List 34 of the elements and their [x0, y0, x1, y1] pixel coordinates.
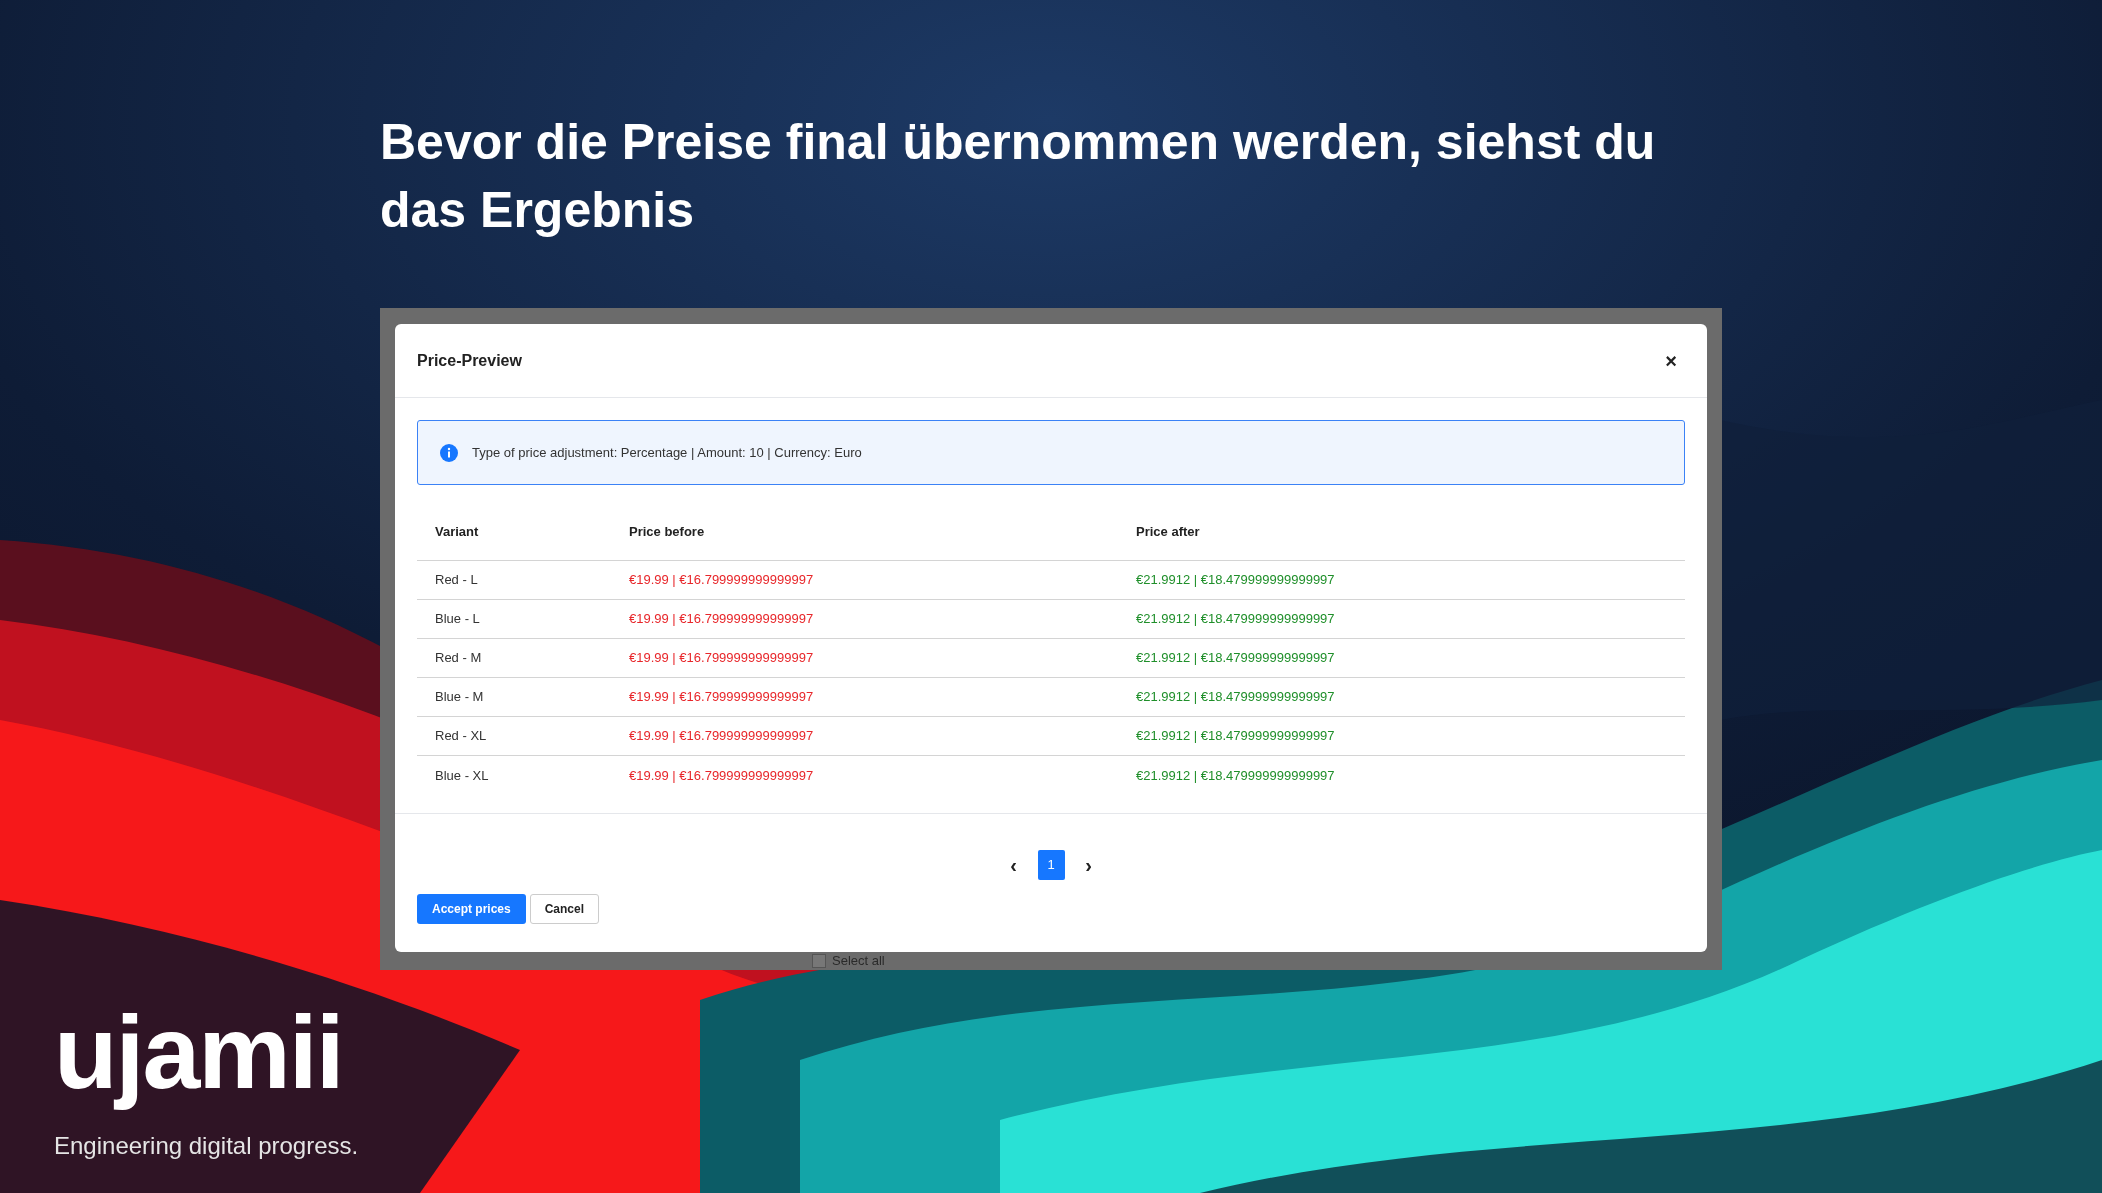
select-all-label: Select all — [832, 952, 885, 971]
table-cell-text: Blue - L — [434, 610, 481, 629]
table-cell-text: €21.9912 | €18.479999999999997 — [1135, 766, 1335, 785]
table-cell-text: €19.99 | €16.799999999999997 — [628, 688, 815, 707]
table-cell-text: €19.99 | €16.799999999999997 — [628, 727, 815, 746]
column-header: Variant — [434, 522, 480, 541]
tagline: Engineering digital progress. — [54, 1131, 360, 1161]
table-cell-text: €19.99 | €16.799999999999997 — [628, 610, 815, 629]
table-cell-text: €21.9912 | €18.479999999999997 — [1135, 688, 1335, 707]
table-cell-text: Red - XL — [434, 727, 488, 746]
cancel-button[interactable]: Cancel — [529, 894, 600, 924]
next-page-button[interactable]: › — [1076, 850, 1101, 880]
checkbox[interactable] — [812, 954, 826, 968]
page-button[interactable]: 1 — [1037, 850, 1065, 880]
table-cell-text: €21.9912 | €18.479999999999997 — [1135, 727, 1335, 746]
info-text: Type of price adjustment: Percentage | Amount: 10 | Currency: Euro — [472, 443, 862, 462]
column-header: Price after — [1135, 522, 1200, 541]
table-cell-text: Red - L — [434, 571, 479, 590]
table-cell-text: €19.99 | €16.799999999999997 — [628, 766, 815, 785]
headline: Bevor die Preise final übernommen werden, siehst du das Ergebnis — [380, 113, 1657, 240]
table-cell-text: €21.9912 | €18.479999999999997 — [1135, 571, 1335, 590]
table-cell-text: €21.9912 | €18.479999999999997 — [1135, 610, 1335, 629]
table-cell-text: Red - M — [434, 649, 483, 668]
table-cell-text: €19.99 | €16.799999999999997 — [628, 571, 815, 590]
table-cell-text: €19.99 | €16.799999999999997 — [628, 649, 815, 668]
info-icon — [440, 443, 458, 462]
previous-page-button[interactable]: ‹ — [1001, 850, 1026, 880]
table-cell-text: €21.9912 | €18.479999999999997 — [1135, 649, 1335, 668]
dialog-title: Price-Preview — [417, 350, 522, 371]
table-cell-text: Blue - M — [434, 688, 485, 707]
table-cell-text: Blue - XL — [434, 766, 490, 785]
close-button[interactable]: × — [1657, 345, 1685, 376]
accept-button[interactable]: Accept prices — [417, 894, 526, 924]
column-header: Price before — [628, 522, 706, 541]
